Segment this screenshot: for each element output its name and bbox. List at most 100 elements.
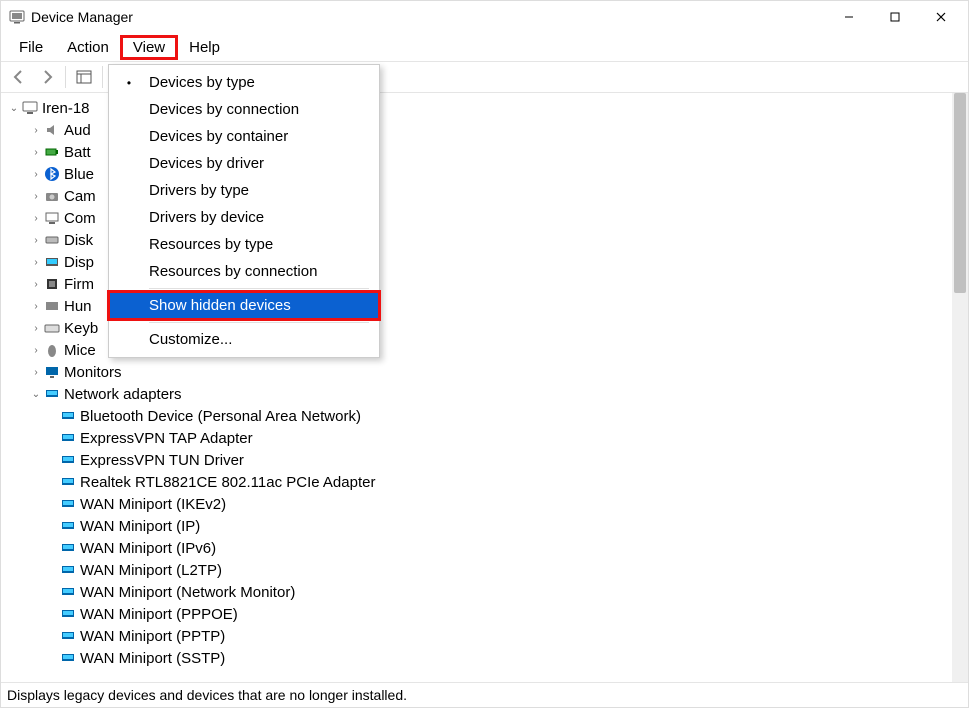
menu-action[interactable]: Action	[55, 36, 121, 59]
speaker-icon	[43, 122, 61, 138]
menu-file[interactable]: File	[7, 36, 55, 59]
keyboard-icon	[43, 320, 61, 336]
expand-icon[interactable]: ›	[29, 213, 43, 224]
tree-device[interactable]: ExpressVPN TAP Adapter	[1, 427, 952, 449]
menu-item-label: Resources by connection	[149, 263, 317, 280]
tree-device[interactable]: WAN Miniport (L2TP)	[1, 559, 952, 581]
tree-category-network[interactable]: ⌄ Network adapters	[1, 383, 952, 405]
device-label: Bluetooth Device (Personal Area Network)	[80, 408, 361, 425]
device-label: WAN Miniport (PPPOE)	[80, 606, 238, 623]
category-label: Disp	[64, 254, 94, 271]
camera-icon	[43, 188, 61, 204]
menu-item-label: Drivers by device	[149, 209, 264, 226]
tree-root-label: Iren-18	[42, 100, 90, 117]
collapse-icon[interactable]: ⌄	[29, 389, 43, 400]
expand-icon[interactable]: ›	[29, 235, 43, 246]
menu-item-label: Devices by driver	[149, 155, 264, 172]
expand-icon[interactable]: ›	[29, 169, 43, 180]
category-label: Aud	[64, 122, 91, 139]
tree-device[interactable]: WAN Miniport (PPPOE)	[1, 603, 952, 625]
back-button[interactable]	[7, 65, 31, 89]
tree-device[interactable]: WAN Miniport (IP)	[1, 515, 952, 537]
menu-view[interactable]: View	[121, 36, 177, 59]
network-adapter-icon	[59, 452, 77, 468]
menu-resources-by-type[interactable]: Resources by type	[109, 231, 379, 258]
menu-show-hidden-devices[interactable]: Show hidden devices	[109, 292, 379, 319]
battery-icon	[43, 144, 61, 160]
maximize-button[interactable]	[872, 1, 918, 33]
category-label: Network adapters	[64, 386, 182, 403]
tree-category-monitors[interactable]: ›Monitors	[1, 361, 952, 383]
menu-item-label: Devices by type	[149, 74, 255, 91]
device-label: ExpressVPN TUN Driver	[80, 452, 244, 469]
scrollbar-thumb[interactable]	[954, 93, 966, 293]
category-label: Keyb	[64, 320, 98, 337]
expand-icon[interactable]: ›	[29, 257, 43, 268]
network-adapter-icon	[59, 584, 77, 600]
menu-devices-by-driver[interactable]: Devices by driver	[109, 150, 379, 177]
minimize-button[interactable]	[826, 1, 872, 33]
expand-icon[interactable]: ›	[29, 301, 43, 312]
toolbar-separator	[65, 66, 66, 88]
expand-icon[interactable]: ›	[29, 367, 43, 378]
tree-device[interactable]: WAN Miniport (Network Monitor)	[1, 581, 952, 603]
menu-item-label: Devices by container	[149, 128, 288, 145]
toolbar-separator	[102, 66, 103, 88]
menu-devices-by-connection[interactable]: Devices by connection	[109, 96, 379, 123]
category-label: Batt	[64, 144, 91, 161]
menu-devices-by-container[interactable]: Devices by container	[109, 123, 379, 150]
device-label: WAN Miniport (IP)	[80, 518, 200, 535]
expand-icon[interactable]: ›	[29, 279, 43, 290]
tree-device[interactable]: ExpressVPN TUN Driver	[1, 449, 952, 471]
menu-customize[interactable]: Customize...	[109, 326, 379, 353]
category-label: Firm	[64, 276, 94, 293]
computer-icon	[43, 210, 61, 226]
window-title: Device Manager	[31, 9, 826, 25]
device-label: WAN Miniport (Network Monitor)	[80, 584, 295, 601]
tree-device[interactable]: WAN Miniport (IKEv2)	[1, 493, 952, 515]
expand-icon[interactable]: ›	[29, 323, 43, 334]
computer-icon	[21, 100, 39, 116]
device-label: WAN Miniport (SSTP)	[80, 650, 225, 667]
menu-devices-by-type[interactable]: •Devices by type	[109, 69, 379, 96]
tree-device[interactable]: WAN Miniport (IPv6)	[1, 537, 952, 559]
vertical-scrollbar[interactable]	[952, 93, 968, 682]
network-adapter-icon	[59, 474, 77, 490]
menu-item-label: Drivers by type	[149, 182, 249, 199]
network-adapter-icon	[59, 408, 77, 424]
firmware-icon	[43, 276, 61, 292]
category-label: Mice	[64, 342, 96, 359]
tree-device[interactable]: WAN Miniport (SSTP)	[1, 647, 952, 669]
menu-resources-by-connection[interactable]: Resources by connection	[109, 258, 379, 285]
forward-button[interactable]	[35, 65, 59, 89]
tree-device[interactable]: Bluetooth Device (Personal Area Network)	[1, 405, 952, 427]
hid-icon	[43, 298, 61, 314]
menu-drivers-by-type[interactable]: Drivers by type	[109, 177, 379, 204]
device-label: WAN Miniport (IPv6)	[80, 540, 216, 557]
menu-drivers-by-device[interactable]: Drivers by device	[109, 204, 379, 231]
network-adapter-icon	[59, 496, 77, 512]
menu-separator	[149, 322, 369, 323]
expand-icon[interactable]: ›	[29, 147, 43, 158]
collapse-icon[interactable]: ⌄	[7, 103, 21, 114]
category-label: Disk	[64, 232, 93, 249]
expand-icon[interactable]: ›	[29, 191, 43, 202]
network-adapter-icon	[59, 540, 77, 556]
network-adapter-icon	[43, 386, 61, 402]
mouse-icon	[43, 342, 61, 358]
category-label: Hun	[64, 298, 92, 315]
expand-icon[interactable]: ›	[29, 345, 43, 356]
tree-device[interactable]: WAN Miniport (PPTP)	[1, 625, 952, 647]
bluetooth-icon	[43, 166, 61, 182]
menubar: File Action View Help	[1, 33, 968, 61]
device-label: WAN Miniport (L2TP)	[80, 562, 222, 579]
checkmark-icon: •	[109, 76, 149, 90]
expand-icon[interactable]: ›	[29, 125, 43, 136]
menu-item-label: Resources by type	[149, 236, 273, 253]
close-button[interactable]	[918, 1, 964, 33]
menu-separator	[149, 288, 369, 289]
tree-device[interactable]: Realtek RTL8821CE 802.11ac PCIe Adapter	[1, 471, 952, 493]
network-adapter-icon	[59, 430, 77, 446]
menu-help[interactable]: Help	[177, 36, 232, 59]
show-hide-console-tree-button[interactable]	[72, 65, 96, 89]
